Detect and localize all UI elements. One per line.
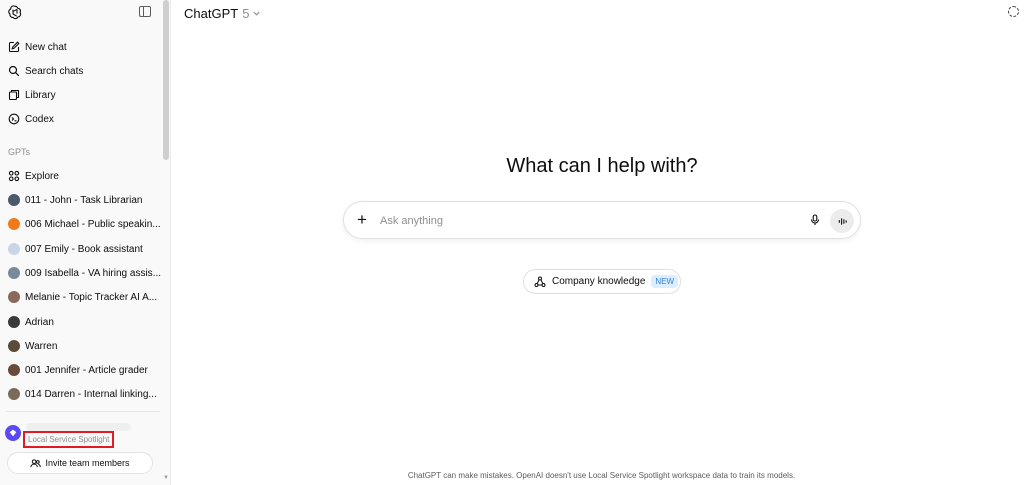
gpt-item[interactable]: 007 Emily - Book assistant xyxy=(8,239,143,259)
gpt-avatar xyxy=(8,340,20,352)
new-chat-icon xyxy=(8,41,20,53)
model-selector[interactable]: ChatGPT 5 xyxy=(184,5,261,21)
explore-label: Explore xyxy=(25,170,59,182)
scroll-down-icon[interactable]: ▼ xyxy=(163,475,169,481)
invite-label: Invite team members xyxy=(45,458,130,468)
page-title: What can I help with? xyxy=(506,155,698,177)
model-version: 5 xyxy=(242,5,250,21)
gpt-avatar xyxy=(8,364,20,376)
team-icon xyxy=(30,458,42,467)
prompt-input[interactable] xyxy=(380,212,780,229)
gpt-item[interactable]: 006 Michael - Public speakin... xyxy=(8,214,161,234)
codex-button[interactable]: Codex xyxy=(8,109,54,129)
gpt-item[interactable]: 009 Isabella - VA hiring assis... xyxy=(8,263,161,283)
plus-icon[interactable]: + xyxy=(354,210,370,229)
library-button[interactable]: Library xyxy=(8,85,56,105)
gpt-avatar xyxy=(8,267,20,279)
gpt-item[interactable]: Melanie - Topic Tracker AI A... xyxy=(8,287,157,307)
microphone-icon[interactable] xyxy=(807,212,823,228)
gpt-item[interactable]: Warren xyxy=(8,336,57,356)
search-chats-label: Search chats xyxy=(25,65,84,77)
company-knowledge-label: Company knowledge xyxy=(552,276,646,287)
model-name: ChatGPT xyxy=(184,5,239,21)
new-chat-label: New chat xyxy=(25,41,67,53)
sidebar-divider xyxy=(6,411,160,412)
gpt-item[interactable]: 001 Jennifer - Article grader xyxy=(8,360,148,380)
workspace-placeholder-bar xyxy=(26,423,131,431)
sidebar: New chat Search chats Library Codex GPTs… xyxy=(0,0,171,485)
openai-logo-icon[interactable] xyxy=(7,4,23,20)
gpt-item[interactable]: Adrian xyxy=(8,312,54,332)
gpt-avatar xyxy=(8,243,20,255)
gpt-label: Adrian xyxy=(25,316,54,328)
gpt-label: 007 Emily - Book assistant xyxy=(25,243,143,255)
composer: + xyxy=(343,201,861,239)
gpt-avatar xyxy=(8,316,20,328)
gpt-item[interactable]: 011 - John - Task Librarian xyxy=(8,190,142,210)
sidebar-scrollbar[interactable] xyxy=(163,0,169,160)
new-badge: NEW xyxy=(651,275,679,288)
gpt-avatar xyxy=(8,194,20,206)
gpt-avatar xyxy=(8,291,20,303)
search-chats-button[interactable]: Search chats xyxy=(8,61,83,81)
gpt-label: Warren xyxy=(25,340,58,352)
gpt-avatar xyxy=(8,388,20,400)
gpt-label: 001 Jennifer - Article grader xyxy=(25,364,148,376)
workspace-name[interactable]: Local Service Spotlight xyxy=(23,431,114,448)
chevron-down-icon xyxy=(253,11,261,16)
gpt-label: 011 - John - Task Librarian xyxy=(25,194,143,206)
codex-icon xyxy=(8,113,20,125)
codex-label: Codex xyxy=(25,113,54,125)
gpts-section-label: GPTs xyxy=(8,147,31,157)
gpt-label: 009 Isabella - VA hiring assis... xyxy=(25,267,161,279)
gpt-label: Melanie - Topic Tracker AI A... xyxy=(25,291,158,303)
search-icon xyxy=(8,65,20,77)
library-icon xyxy=(8,89,20,101)
footer-disclaimer: ChatGPT can make mistakes. OpenAI doesn'… xyxy=(407,471,796,480)
gpt-label: 006 Michael - Public speakin... xyxy=(25,218,161,230)
sidebar-toggle-icon[interactable] xyxy=(139,6,151,17)
grid-icon xyxy=(8,170,20,182)
new-chat-button[interactable]: New chat xyxy=(8,37,67,57)
library-label: Library xyxy=(25,89,56,101)
workspace-icon[interactable] xyxy=(5,425,21,441)
gpt-label: 014 Darren - Internal linking... xyxy=(25,388,157,400)
invite-team-members-button[interactable]: Invite team members xyxy=(7,452,153,474)
gpt-avatar xyxy=(8,218,20,230)
voice-mode-button[interactable] xyxy=(830,209,854,233)
company-knowledge-icon xyxy=(534,276,546,287)
company-knowledge-button[interactable]: Company knowledge NEW xyxy=(523,269,681,294)
temporary-chat-icon[interactable] xyxy=(1008,6,1019,17)
explore-gpts-button[interactable]: Explore xyxy=(8,166,59,186)
gpt-item[interactable]: 014 Darren - Internal linking... xyxy=(8,384,157,404)
waveform-icon xyxy=(838,217,847,225)
